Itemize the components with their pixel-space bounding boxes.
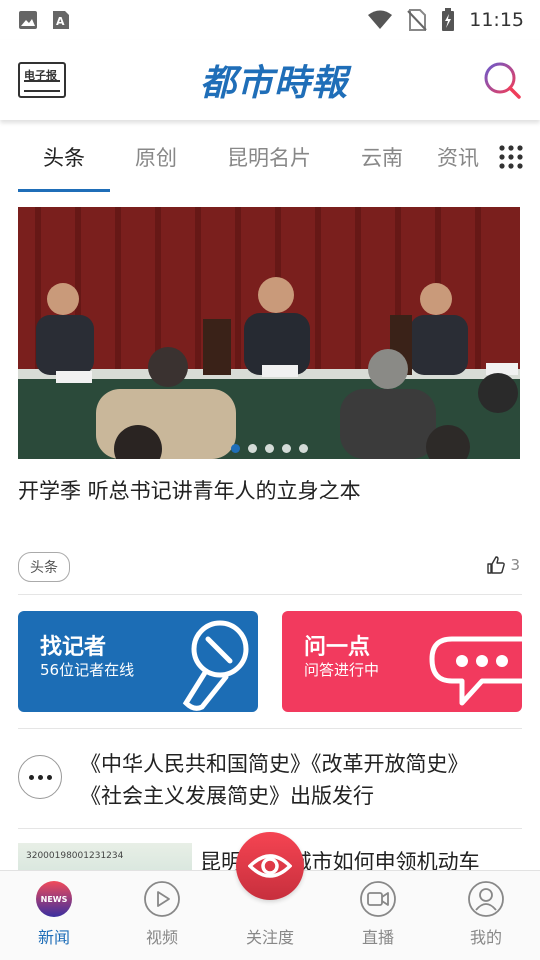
carousel-dot[interactable] [230,444,240,453]
image-icon [19,11,37,29]
carousel-dot[interactable] [264,444,274,453]
nav-label: 新闻 [37,928,70,947]
tab-kunming[interactable]: 昆明名片 [202,122,336,192]
chat-bubble-icon [429,636,522,706]
like-count: 3 [510,556,520,574]
dot-icon [28,774,34,780]
more-options-button[interactable] [18,755,62,799]
hero-carousel[interactable] [18,207,520,459]
video-camera-icon [359,880,397,918]
ask-question-card[interactable]: 问一点 问答进行中 [282,611,522,712]
app-logo: 都市時報 [199,62,348,104]
card-title: 找记者 [40,635,107,660]
hero-headline[interactable]: 开学季 听总书记讲青年人的立身之本 [18,475,361,505]
carousel-dots [18,444,520,453]
card-subtitle: 56位记者在线 [40,661,135,679]
nav-label: 关注度 [245,928,294,947]
headline-line: 《中华人民共和国简史》《改革开放简史》 [80,752,469,776]
divider [18,728,522,729]
nav-live[interactable]: 直播 [324,871,432,960]
a-letter-icon: A [53,11,69,29]
tab-original[interactable]: 原创 [110,122,202,192]
newspaper-icon [24,80,60,92]
play-icon [143,880,181,918]
hero-photo [18,207,520,459]
no-sim-icon [407,9,427,31]
nav-profile[interactable]: 我的 [432,871,540,960]
dot-icon [46,774,52,780]
category-tag: 头条 [18,552,70,582]
category-tabs: 头条 原创 昆明名片 云南 资讯 [0,122,540,192]
card-title: 问一点 [304,635,371,660]
tab-yunnan[interactable]: 云南 [336,122,428,192]
carousel-dot[interactable] [298,444,308,453]
thumbs-up-icon [487,556,506,574]
microphone-icon [182,620,249,711]
grid-menu-icon[interactable] [498,144,524,170]
eye-icon [248,854,292,878]
carousel-dot[interactable] [281,444,291,453]
svg-text:A: A [56,15,65,28]
dot-icon [37,774,43,780]
app-header: 电子报 都市時報 [0,40,540,120]
epaper-button[interactable]: 电子报 [18,62,66,98]
user-icon [467,880,505,918]
status-bar: A 11:15 [0,0,540,40]
tab-headlines[interactable]: 头条 [18,122,110,192]
divider [18,828,522,829]
news-item-headline[interactable]: 《中华人民共和国简史》《改革开放简史》 《社会主义发展简史》出版发行 [80,748,510,812]
carousel-dot[interactable] [247,444,257,453]
wifi-icon [368,10,393,29]
clock: 11:15 [469,9,524,31]
find-reporter-card[interactable]: 找记者 56位记者在线 [18,611,258,712]
nav-label: 我的 [469,928,502,947]
thumbnail-text: 320001980012312​34 [26,851,124,861]
news-badge: NEWS [41,895,68,904]
search-icon[interactable] [482,60,522,100]
attention-button[interactable] [236,832,304,900]
card-subtitle: 问答进行中 [304,661,380,679]
news-icon: NEWS [35,880,73,918]
app-screen: A 11:15 电子报 都市時報 头条 原创 昆明名片 云南 资讯 开学季 听总… [0,0,540,960]
battery-icon [442,8,455,31]
nav-label: 视频 [145,928,178,947]
headline-line: 《社会主义发展简史》出版发行 [80,784,374,808]
like-button[interactable]: 3 [486,555,520,575]
nav-news[interactable]: NEWS 新闻 [0,871,108,960]
tab-news[interactable]: 资讯 [428,122,488,192]
nav-video[interactable]: 视频 [108,871,216,960]
nav-label: 直播 [361,928,394,947]
divider [18,594,522,595]
